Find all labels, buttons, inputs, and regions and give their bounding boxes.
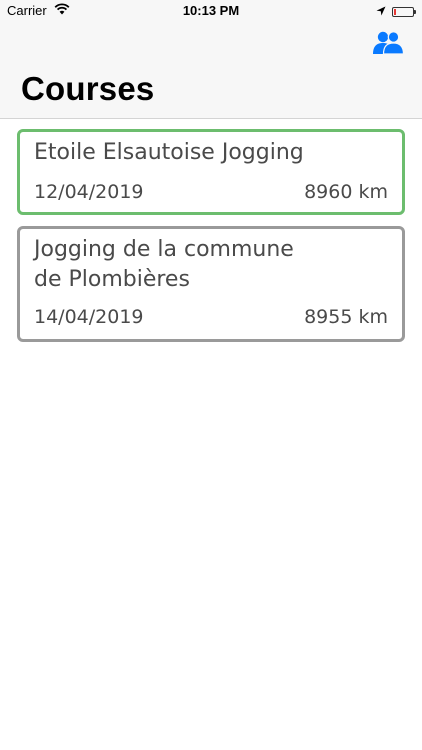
course-date: 12/04/2019 bbox=[34, 181, 144, 203]
course-distance: 8960 km bbox=[304, 181, 388, 203]
status-time: 10:13 PM bbox=[182, 3, 240, 18]
location-icon bbox=[376, 4, 386, 19]
course-name: Etoile Elsautoise Jogging bbox=[34, 140, 304, 165]
course-meta: 14/04/2019 8955 km bbox=[34, 305, 388, 329]
people-icon[interactable] bbox=[372, 30, 405, 61]
course-card[interactable]: Etoile Elsautoise Jogging 12/04/2019 896… bbox=[17, 129, 405, 215]
course-list: Etoile Elsautoise Jogging 12/04/2019 896… bbox=[17, 129, 405, 353]
status-bar: Carrier 10:13 PM bbox=[0, 0, 422, 22]
course-name: Jogging de la commune de Plombières bbox=[34, 237, 294, 292]
status-right bbox=[376, 4, 416, 19]
course-distance: 8955 km bbox=[304, 306, 388, 328]
page-title: Courses bbox=[21, 70, 155, 107]
course-date: 14/04/2019 bbox=[34, 306, 144, 328]
navigation-bar: Courses bbox=[0, 22, 422, 119]
battery-icon bbox=[392, 6, 416, 17]
course-card[interactable]: Jogging de la commune de Plombières 14/0… bbox=[17, 226, 405, 342]
course-meta: 12/04/2019 8960 km bbox=[34, 180, 388, 204]
